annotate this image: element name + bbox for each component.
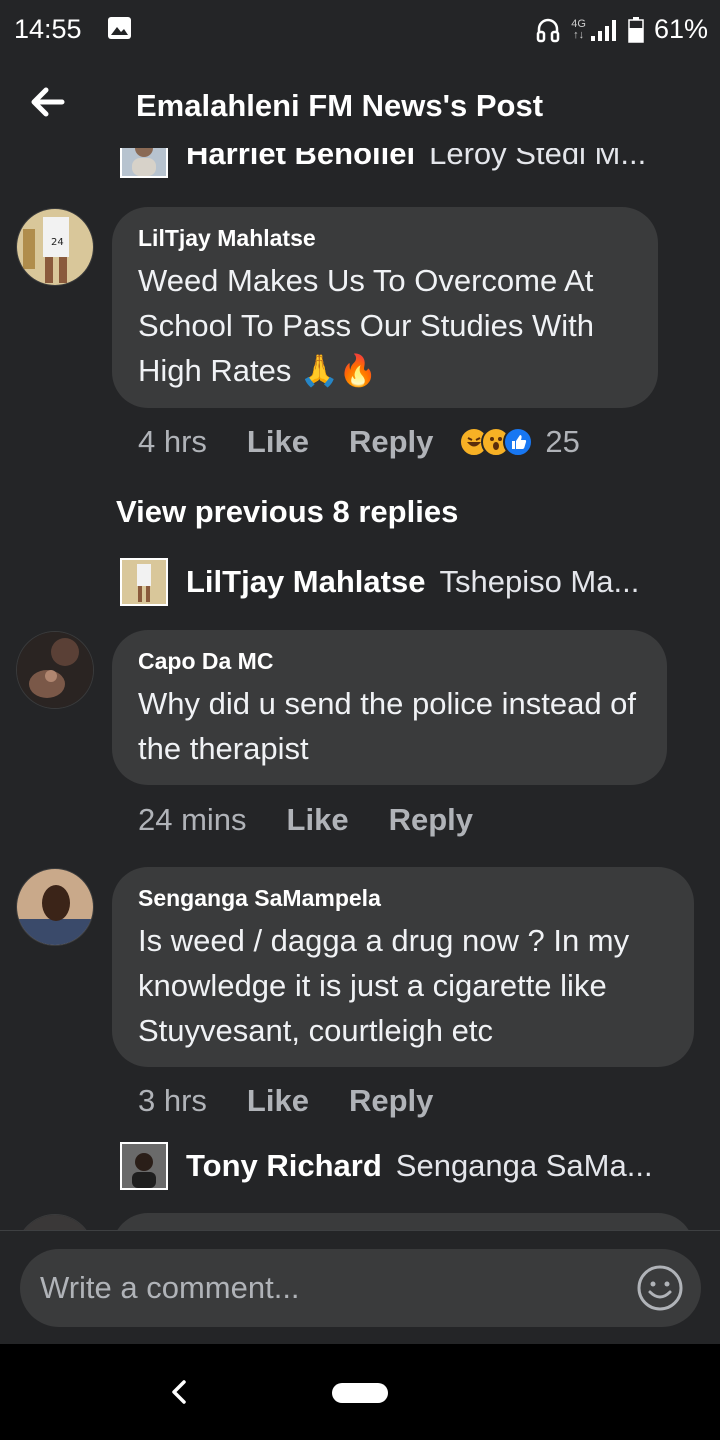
network-type: 4G ↑↓ — [571, 17, 586, 41]
nav-back-icon[interactable] — [168, 1376, 192, 1408]
comment-author[interactable]: Senganga SaMampela — [138, 885, 668, 912]
like-button[interactable]: Like — [287, 802, 349, 838]
fire-emoji-icon: 🔥 — [338, 353, 378, 388]
comment-time[interactable]: 24 mins — [138, 802, 247, 838]
reply-preview[interactable]: Harriet Benoliel Leroy Stedi M... — [120, 148, 646, 178]
emoji-icon[interactable] — [637, 1265, 683, 1311]
reply-preview[interactable]: Tony Richard Senganga SaMa... — [120, 1142, 653, 1190]
comment-bubble[interactable]: Senganga SaMampela Is weed / dagga a dru… — [112, 867, 694, 1067]
like-icon — [503, 427, 534, 457]
reply-preview[interactable]: LilTjay Mahlatse Tshepiso Ma... — [120, 558, 639, 606]
reply-author[interactable]: Harriet Benoliel — [186, 148, 415, 172]
gallery-notification-icon — [108, 17, 131, 39]
post-header: Emalahleni FM News's Post — [0, 62, 720, 148]
comment-actions: 24 mins Like Reply — [138, 802, 473, 838]
comment-time[interactable]: 4 hrs — [138, 424, 207, 460]
battery-percent: 61% — [653, 14, 708, 44]
comment-author[interactable]: Capo Da MC — [138, 648, 641, 675]
comment-actions: 4 hrs Like Reply 25 — [138, 424, 580, 460]
status-bar: 14:55 4G ↑↓ 61% — [0, 0, 720, 62]
back-arrow-icon[interactable] — [26, 82, 70, 122]
pray-emoji-icon: 🙏 — [299, 353, 339, 388]
reply-button[interactable]: Reply — [389, 802, 473, 838]
home-button[interactable] — [332, 1383, 388, 1403]
headphones-icon — [537, 18, 560, 42]
reply-snippet: Senganga SaMa... — [395, 1148, 653, 1183]
comment-actions: 3 hrs Like Reply — [138, 1083, 433, 1119]
battery-icon — [628, 16, 644, 43]
comment-text: Is weed / dagga a drug now ? In my knowl… — [138, 923, 630, 1048]
reply-snippet: Leroy Stedi M... — [429, 148, 647, 171]
comment-text: Why did u send the police instead of the… — [138, 686, 637, 766]
avatar[interactable] — [16, 868, 94, 946]
comment-composer — [0, 1230, 720, 1344]
reply-avatar — [120, 148, 168, 178]
avatar[interactable] — [16, 1214, 94, 1230]
reply-author[interactable]: LilTjay Mahlatse — [186, 564, 425, 600]
comment-input[interactable] — [40, 1249, 630, 1327]
like-button[interactable]: Like — [247, 424, 309, 460]
svg-text:24: 24 — [51, 237, 64, 248]
reply-button[interactable]: Reply — [349, 424, 433, 460]
comment-bubble[interactable] — [112, 1213, 694, 1230]
reaction-count[interactable]: 25 — [545, 424, 579, 460]
status-time: 14:55 — [14, 14, 82, 44]
like-button[interactable]: Like — [247, 1083, 309, 1119]
comment-text: Weed Makes Us To Overcome At School To P… — [138, 263, 595, 388]
page-title: Emalahleni FM News's Post — [136, 88, 544, 123]
comment-author[interactable]: LilTjay Mahlatse — [138, 225, 632, 252]
view-previous-replies[interactable]: View previous 8 replies — [116, 494, 458, 530]
signal-icon — [590, 19, 616, 41]
comment-bubble[interactable]: LilTjay Mahlatse Weed Makes Us To Overco… — [112, 207, 658, 408]
reactions-summary[interactable] — [459, 427, 534, 457]
system-nav-bar — [0, 1344, 720, 1440]
comments-feed[interactable]: Harriet Benoliel Leroy Stedi M... 24 Lil… — [0, 148, 720, 1230]
comment-bubble[interactable]: Capo Da MC Why did u send the police ins… — [112, 630, 667, 785]
reply-author[interactable]: Tony Richard — [186, 1148, 382, 1184]
reply-avatar — [120, 1142, 168, 1190]
reply-button[interactable]: Reply — [349, 1083, 433, 1119]
avatar[interactable] — [16, 631, 94, 709]
comment-input-container[interactable] — [20, 1249, 701, 1327]
reply-avatar — [120, 558, 168, 606]
status-indicators: 4G ↑↓ 61% — [535, 14, 708, 45]
comment-time[interactable]: 3 hrs — [138, 1083, 207, 1119]
reply-snippet: Tshepiso Ma... — [439, 564, 640, 599]
avatar[interactable]: 24 — [16, 208, 94, 286]
